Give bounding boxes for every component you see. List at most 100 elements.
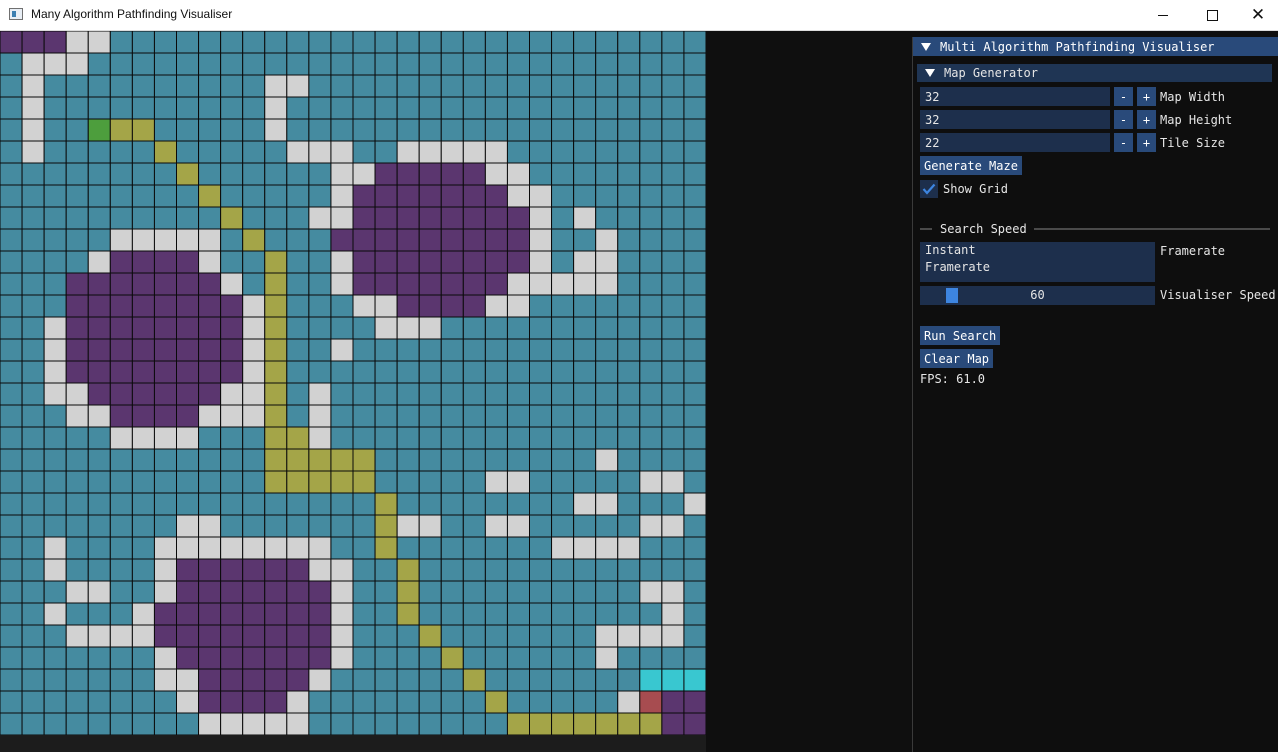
grid-cell-floor[interactable] <box>21 514 45 538</box>
grid-cell-path[interactable] <box>396 602 420 626</box>
grid-cell-floor[interactable] <box>374 602 398 626</box>
grid-cell-visited[interactable] <box>198 558 222 582</box>
grid-cell-floor[interactable] <box>484 360 508 384</box>
grid-cell-floor[interactable] <box>683 96 706 120</box>
grid-cell-visited[interactable] <box>176 360 200 384</box>
grid-cell-floor[interactable] <box>21 712 45 735</box>
grid-cell-floor[interactable] <box>87 96 111 120</box>
grid-cell-floor[interactable] <box>286 162 310 186</box>
grid-cell-floor[interactable] <box>639 558 663 582</box>
grid-cell-floor[interactable] <box>65 646 89 670</box>
grid-cell-floor[interactable] <box>21 184 45 208</box>
grid-cell-floor[interactable] <box>109 602 133 626</box>
grid-cell-floor[interactable] <box>617 96 641 120</box>
close-button[interactable]: ✕ <box>1235 0 1278 30</box>
grid-cell-wall[interactable] <box>352 162 376 186</box>
grid-cell-floor[interactable] <box>109 558 133 582</box>
grid-cell-floor[interactable] <box>176 52 200 76</box>
grid-cell-visited[interactable] <box>330 228 354 252</box>
grid-cell-floor[interactable] <box>661 140 685 164</box>
grid-cell-floor[interactable] <box>176 74 200 98</box>
grid-cell-floor[interactable] <box>661 206 685 230</box>
grid-cell-wall[interactable] <box>264 536 288 560</box>
grid-cell-floor[interactable] <box>595 316 619 340</box>
grid-cell-floor[interactable] <box>683 206 706 230</box>
grid-cell-floor[interactable] <box>264 514 288 538</box>
grid-cell-floor[interactable] <box>308 250 332 274</box>
grid-cell-floor[interactable] <box>683 250 706 274</box>
tile-size-input[interactable]: 22 <box>920 133 1110 152</box>
grid-cell-path[interactable] <box>264 272 288 296</box>
grid-cell-floor[interactable] <box>462 404 486 428</box>
grid-cell-floor[interactable] <box>43 294 67 318</box>
grid-cell-floor[interactable] <box>21 602 45 626</box>
grid-cell-visited[interactable] <box>220 668 244 692</box>
grid-cell-floor[interactable] <box>462 448 486 472</box>
generate-maze-button[interactable]: Generate Maze <box>920 156 1022 175</box>
grid-cell-wall[interactable] <box>242 712 266 735</box>
grid-cell-floor[interactable] <box>661 74 685 98</box>
grid-cell-visited[interactable] <box>418 206 442 230</box>
grid-cell-floor[interactable] <box>65 602 89 626</box>
grid-cell-visited[interactable] <box>65 294 89 318</box>
grid-cell-floor[interactable] <box>617 338 641 362</box>
grid-cell-floor[interactable] <box>617 250 641 274</box>
grid-cell-floor[interactable] <box>131 536 155 560</box>
grid-cell-visited[interactable] <box>418 162 442 186</box>
grid-cell-floor[interactable] <box>418 646 442 670</box>
grid-cell-path[interactable] <box>264 448 288 472</box>
grid-cell-visited[interactable] <box>131 250 155 274</box>
grid-cell-wall[interactable] <box>484 470 508 494</box>
grid-cell-path[interactable] <box>484 690 508 714</box>
grid-cell-visited[interactable] <box>683 690 706 714</box>
grid-cell-floor[interactable] <box>330 360 354 384</box>
grid-cell-floor[interactable] <box>418 426 442 450</box>
grid-cell-floor[interactable] <box>330 404 354 428</box>
grid-cell-floor[interactable] <box>43 426 67 450</box>
grid-cell-floor[interactable] <box>551 52 575 76</box>
grid-cell-floor[interactable] <box>506 558 531 582</box>
grid-cell-wall[interactable] <box>43 338 67 362</box>
grid-cell-floor[interactable] <box>43 448 67 472</box>
grid-cell-floor[interactable] <box>352 712 376 735</box>
grid-cell-wall[interactable] <box>529 206 553 230</box>
grid-cell-wall[interactable] <box>617 690 641 714</box>
grid-cell-visited[interactable] <box>131 316 155 340</box>
grid-cell-floor[interactable] <box>484 316 508 340</box>
grid-cell-floor[interactable] <box>87 448 111 472</box>
grid-cell-floor[interactable] <box>573 52 597 76</box>
grid-cell-floor[interactable] <box>396 448 420 472</box>
grid-cell-floor[interactable] <box>661 31 685 54</box>
grid-cell-floor[interactable] <box>153 492 178 516</box>
grid-cell-floor[interactable] <box>595 338 619 362</box>
grid-cell-floor[interactable] <box>109 162 133 186</box>
grid-cell-floor[interactable] <box>43 690 67 714</box>
grid-cell-floor[interactable] <box>661 338 685 362</box>
grid-cell-floor[interactable] <box>683 228 706 252</box>
grid-cell-floor[interactable] <box>396 624 420 648</box>
grid-cell-floor[interactable] <box>21 162 45 186</box>
grid-cell-floor[interactable] <box>551 470 575 494</box>
grid-cell-floor[interactable] <box>462 690 486 714</box>
grid-cell-floor[interactable] <box>65 250 89 274</box>
grid-cell-visited[interactable] <box>176 316 200 340</box>
grid-cell-floor[interactable] <box>418 712 442 735</box>
grid-cell-floor[interactable] <box>109 470 133 494</box>
grid-cell-wall[interactable] <box>220 536 244 560</box>
grid-cell-floor[interactable] <box>330 31 354 54</box>
grid-cell-floor[interactable] <box>551 558 575 582</box>
grid-cell-visited[interactable] <box>131 272 155 296</box>
grid-cell-floor[interactable] <box>65 96 89 120</box>
grid-cell-wall[interactable] <box>661 470 685 494</box>
grid-cell-floor[interactable] <box>418 448 442 472</box>
grid-cell-wall[interactable] <box>330 162 354 186</box>
grid-cell-floor[interactable] <box>573 448 597 472</box>
grid-cell-floor[interactable] <box>220 31 244 54</box>
grid-cell-floor[interactable] <box>109 646 133 670</box>
grid-cell-wall[interactable] <box>153 536 178 560</box>
grid-cell-floor[interactable] <box>529 690 553 714</box>
grid-cell-floor[interactable] <box>506 316 531 340</box>
grid-cell-floor[interactable] <box>529 338 553 362</box>
maximize-button[interactable] <box>1189 0 1235 30</box>
grid-cell-visited[interactable] <box>198 690 222 714</box>
